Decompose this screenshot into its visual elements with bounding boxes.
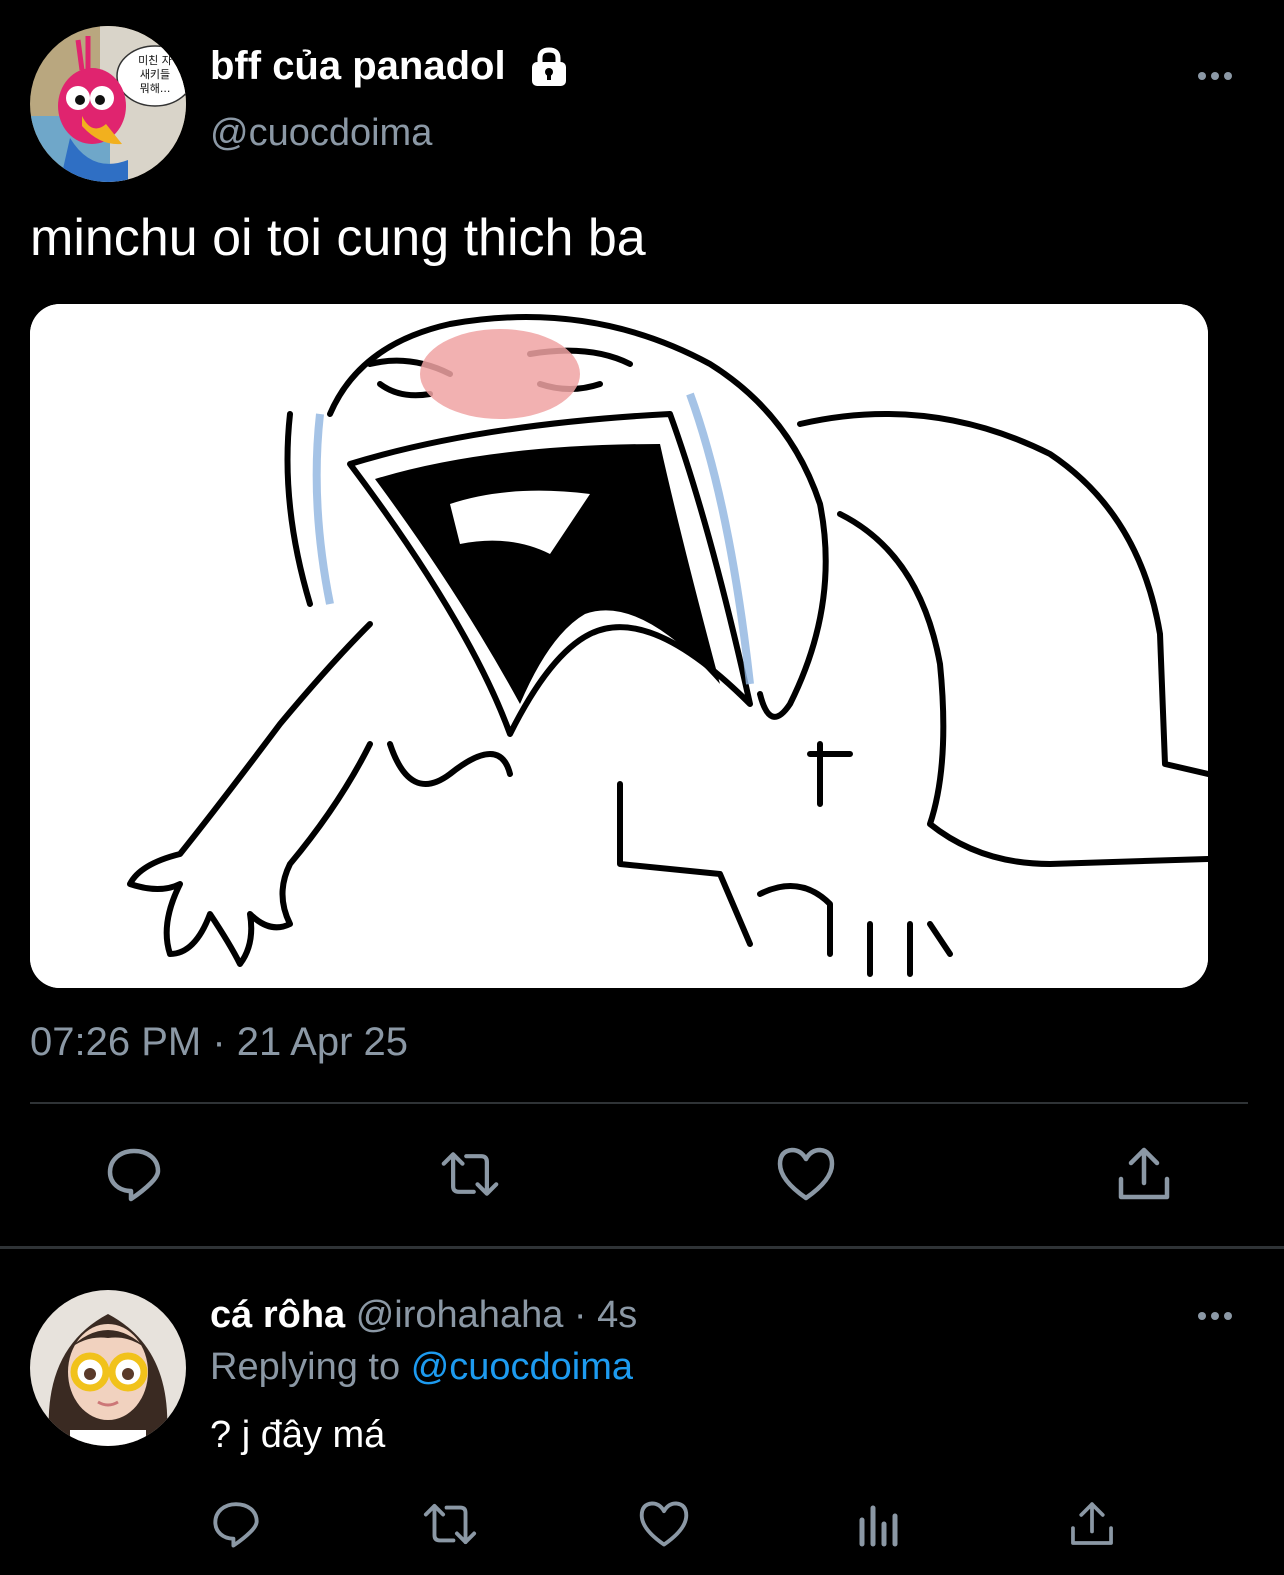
author-handle[interactable]: @cuocdoima <box>210 112 432 155</box>
replying-prefix: Replying to <box>210 1346 401 1388</box>
more-icon[interactable] <box>1197 1310 1233 1322</box>
svg-text:뭐해...: 뭐해... <box>140 81 171 95</box>
like-icon[interactable] <box>634 1494 694 1554</box>
reply-header: cá rôha @irohahaha · 4s <box>210 1294 637 1337</box>
more-dot <box>1211 1312 1219 1320</box>
more-icon[interactable] <box>1197 70 1233 82</box>
reply-display-name[interactable]: cá rôha <box>210 1294 345 1336</box>
reply-author-avatar[interactable] <box>30 1290 186 1446</box>
reply-handle[interactable]: @irohahaha <box>356 1294 564 1336</box>
reply-text: ? j đây má <box>210 1414 386 1456</box>
reply-time: · 4s <box>573 1294 638 1336</box>
display-name-text: bff của panadol <box>210 44 506 88</box>
replying-to: Replying to @cuocdoima <box>210 1346 633 1389</box>
divider <box>0 1246 1284 1249</box>
author-avatar[interactable]: 미친 자 새키들 뭐해... <box>30 26 186 182</box>
reply-icon[interactable] <box>206 1494 266 1554</box>
divider <box>30 1102 1248 1104</box>
svg-text:미친 자: 미친 자 <box>138 54 172 67</box>
retweet-icon[interactable] <box>440 1144 500 1204</box>
tweet-image[interactable] <box>30 304 1208 988</box>
tweet-text: minchu oi toi cung thich ba <box>30 209 646 267</box>
more-dot <box>1198 72 1206 80</box>
more-dot <box>1198 1312 1206 1320</box>
share-icon[interactable] <box>1062 1494 1122 1554</box>
author-display-name[interactable]: bff của panadol <box>210 44 570 89</box>
more-dot <box>1211 72 1219 80</box>
analytics-icon[interactable] <box>848 1494 908 1554</box>
replying-mention[interactable]: @cuocdoima <box>411 1346 633 1388</box>
more-dot <box>1224 72 1232 80</box>
lock-icon <box>531 46 566 86</box>
more-dot <box>1224 1312 1232 1320</box>
share-icon[interactable] <box>1114 1144 1174 1204</box>
tweet-timestamp[interactable]: 07:26 PM · 21 Apr 25 <box>30 1020 408 1065</box>
svg-text:새키들: 새키들 <box>140 68 170 81</box>
like-icon[interactable] <box>776 1144 836 1204</box>
reply-icon[interactable] <box>104 1144 164 1204</box>
retweet-icon[interactable] <box>420 1494 480 1554</box>
